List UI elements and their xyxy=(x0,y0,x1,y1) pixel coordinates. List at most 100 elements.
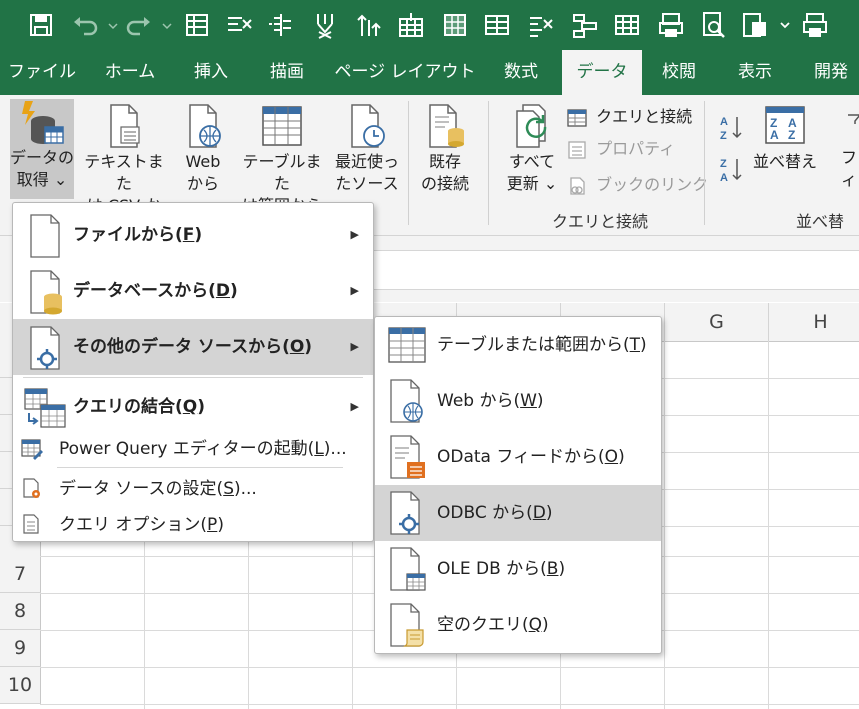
menu-item-combine-queries[interactable]: クエリの結合(Q) ▶ xyxy=(13,379,373,435)
grid-line xyxy=(664,341,665,709)
tab-draw[interactable]: 描画 xyxy=(250,50,324,95)
edit-links-label: ブックのリンク xyxy=(596,175,709,194)
from-web-label: Web から xyxy=(185,152,221,193)
submenu-item-label: OData フィードから(O) xyxy=(437,447,625,467)
outline-icon[interactable] xyxy=(570,10,600,40)
tab-formulas[interactable]: 数式 xyxy=(488,50,554,95)
get-data-label: データの 取得 ⌄ xyxy=(10,148,75,189)
row-header-10[interactable]: 10 xyxy=(0,667,41,704)
menu-item-from-database[interactable]: データベースから(D) ▶ xyxy=(13,263,373,319)
sort-dialog-icon: Z A A Z xyxy=(765,106,805,144)
recent-sources-button[interactable]: 最近使っ たソース xyxy=(332,103,402,195)
table-icon[interactable] xyxy=(482,10,512,40)
remove-filter-icon[interactable] xyxy=(310,10,340,40)
quick-access-toolbar xyxy=(0,0,859,50)
tab-home[interactable]: ホーム xyxy=(88,50,172,95)
tab-developer[interactable]: 開発 xyxy=(800,50,859,95)
menu-item-label: クエリ オプション(P) xyxy=(59,515,224,535)
row-header-7[interactable]: 7 xyxy=(0,556,41,593)
text-file-icon xyxy=(110,104,140,148)
submenu-item-from-web[interactable]: Web から(W) xyxy=(375,373,661,429)
svg-text:A: A xyxy=(720,116,728,128)
redo-icon[interactable] xyxy=(124,10,154,40)
from-table-button[interactable]: テーブルまた は範囲から xyxy=(236,103,328,217)
insert-table-icon[interactable] xyxy=(396,10,426,40)
get-data-button[interactable]: データの 取得 ⌄ xyxy=(10,99,74,199)
menu-item-query-options[interactable]: クエリ オプション(P) xyxy=(13,507,373,543)
find-icon[interactable] xyxy=(698,10,728,40)
sort-button[interactable]: Z A A Z 並べ替え xyxy=(750,103,820,173)
tab-data[interactable]: データ xyxy=(562,50,642,95)
submenu-item-from-odata[interactable]: OData フィードから(O) xyxy=(375,429,661,485)
page-setup-icon[interactable] xyxy=(740,10,770,40)
queries-connections-icon xyxy=(567,108,587,127)
clear-filter-icon[interactable] xyxy=(224,10,254,40)
tab-file[interactable]: ファイル xyxy=(0,50,84,95)
print-icon[interactable] xyxy=(800,10,830,40)
save-icon[interactable] xyxy=(26,10,56,40)
properties-label: プロパティ xyxy=(596,139,676,158)
sort-ascending-icon[interactable]: AZ xyxy=(718,113,744,142)
ribbon-divider xyxy=(408,101,409,225)
queries-connections-button[interactable]: クエリと接続 xyxy=(566,105,692,129)
print-preview-icon[interactable] xyxy=(656,10,686,40)
submenu-item-from-oledb[interactable]: OLE DB から(B) xyxy=(375,541,661,597)
row-header-9[interactable]: 9 xyxy=(0,630,41,667)
grid-line xyxy=(40,704,859,705)
undo-icon[interactable] xyxy=(70,10,100,40)
filter-icon xyxy=(848,109,859,124)
existing-connections-label: 既存 の接続 xyxy=(420,152,469,193)
data-source-settings-icon xyxy=(23,478,40,498)
query-options-icon xyxy=(23,514,39,534)
queries-connections-label: クエリと接続 xyxy=(596,107,693,126)
tab-view[interactable]: 表示 xyxy=(722,50,788,95)
submenu-item-from-table[interactable]: テーブルまたは範囲から(T) xyxy=(375,317,661,373)
filter-button[interactable]: フィ xyxy=(834,147,859,191)
odata-icon xyxy=(390,435,425,479)
delete-column-icon[interactable] xyxy=(526,10,556,40)
from-web-button[interactable]: Web から xyxy=(176,103,230,195)
oledb-icon xyxy=(390,547,426,591)
redo-dropdown-icon[interactable] xyxy=(152,10,172,40)
column-header-h[interactable]: H xyxy=(769,303,859,342)
menu-item-launch-power-query[interactable]: Power Query エディターの起動(L)... xyxy=(13,431,373,467)
text-to-columns-icon[interactable] xyxy=(266,10,296,40)
menu-item-from-other-sources[interactable]: その他のデータ ソースから(O) ▶ xyxy=(13,319,373,375)
submenu-item-label: ODBC から(D) xyxy=(437,503,553,523)
file-icon xyxy=(30,214,60,258)
sort-filter-icon[interactable] xyxy=(354,10,384,40)
menu-separator xyxy=(57,467,343,468)
tab-page-layout[interactable]: ページ レイアウト xyxy=(330,50,480,95)
menu-item-label: データ ソースの設定(S)... xyxy=(59,479,257,499)
submenu-item-from-odbc[interactable]: ODBC から(D) xyxy=(375,485,661,541)
customize-icon[interactable] xyxy=(770,10,790,40)
grid-line xyxy=(40,667,859,668)
get-data-menu: ファイルから(F) ▶ データベースから(D) ▶ その他のデータ ソースから(… xyxy=(12,202,374,542)
blank-query-icon xyxy=(390,603,424,647)
svg-text:Z: Z xyxy=(720,130,727,141)
existing-connections-button[interactable]: 既存 の接続 xyxy=(414,103,476,195)
sort-descending-icon[interactable]: ZA xyxy=(718,155,744,184)
submenu-item-label: OLE DB から(B) xyxy=(437,559,566,579)
tab-review[interactable]: 校閲 xyxy=(648,50,710,95)
submenu-item-label: 空のクエリ(Q) xyxy=(437,615,549,635)
table2-icon[interactable] xyxy=(612,10,642,40)
submenu-item-blank-query[interactable]: 空のクエリ(Q) xyxy=(375,597,661,653)
svg-text:A: A xyxy=(770,128,779,142)
other-sources-icon xyxy=(30,326,60,370)
refresh-all-button[interactable]: すべて 更新 ⌄ xyxy=(500,103,564,195)
column-header-g[interactable]: G xyxy=(665,303,769,342)
svg-text:Z: Z xyxy=(720,158,727,170)
tab-insert[interactable]: 挿入 xyxy=(176,50,246,95)
row-header-8[interactable]: 8 xyxy=(0,593,41,630)
filter-label: フィ xyxy=(840,148,857,189)
submenu-item-label: テーブルまたは範囲から(T) xyxy=(437,335,647,355)
submenu-arrow-icon: ▶ xyxy=(350,228,359,241)
grid-icon[interactable] xyxy=(440,10,470,40)
form-icon[interactable] xyxy=(182,10,212,40)
web-icon xyxy=(189,104,221,148)
undo-dropdown-icon[interactable] xyxy=(98,10,118,40)
existing-connections-icon xyxy=(429,104,464,148)
menu-item-from-file[interactable]: ファイルから(F) ▶ xyxy=(13,207,373,263)
menu-item-data-source-settings[interactable]: データ ソースの設定(S)... xyxy=(13,471,373,507)
